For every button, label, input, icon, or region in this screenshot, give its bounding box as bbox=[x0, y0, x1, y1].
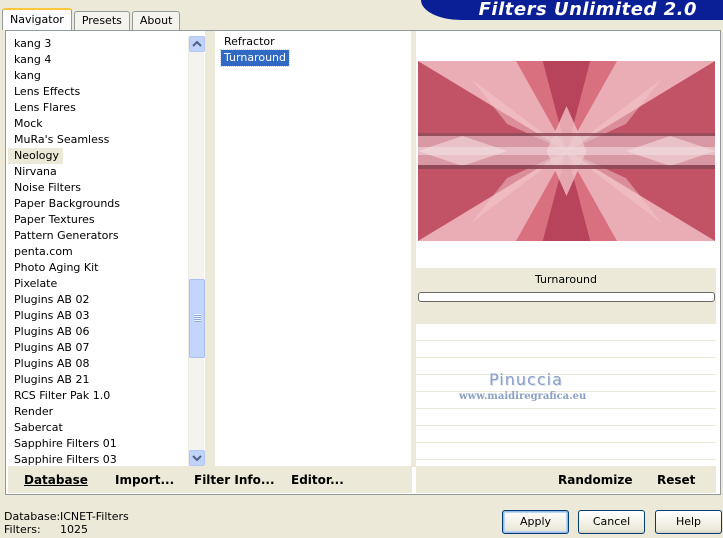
parameter-row bbox=[416, 324, 716, 341]
category-item[interactable]: kang 4 bbox=[8, 52, 55, 68]
category-item[interactable]: Paper Textures bbox=[8, 212, 99, 228]
category-item[interactable]: Neology bbox=[8, 148, 64, 164]
category-item[interactable]: Sapphire Filters 03 bbox=[8, 452, 121, 466]
parameter-row bbox=[416, 409, 716, 426]
parameter-row bbox=[416, 375, 716, 392]
category-item[interactable]: kang bbox=[8, 68, 45, 84]
category-item[interactable]: MuRa's Seamless bbox=[8, 132, 113, 148]
pattern-band bbox=[418, 147, 715, 155]
help-button[interactable]: Help bbox=[655, 510, 722, 534]
parameter-row bbox=[416, 443, 716, 460]
chevron-down-icon bbox=[192, 455, 202, 462]
right-toolbar: Randomize Reset bbox=[416, 466, 716, 493]
scroll-thumb[interactable] bbox=[189, 279, 205, 358]
database-label: Database: bbox=[4, 510, 61, 523]
cancel-button[interactable]: Cancel bbox=[578, 510, 645, 534]
category-item[interactable]: Lens Effects bbox=[8, 84, 84, 100]
apply-button[interactable]: Apply bbox=[502, 510, 569, 534]
randomize-button[interactable]: Randomize bbox=[558, 473, 632, 487]
reset-button[interactable]: Reset bbox=[657, 473, 695, 487]
filter-list[interactable]: Refractor Turnaround bbox=[216, 34, 411, 466]
scroll-up-button[interactable] bbox=[189, 36, 205, 52]
app-banner: Filters Unlimited 2.0 bbox=[421, 0, 723, 20]
chevron-up-icon bbox=[192, 40, 202, 47]
status-info: Database: ICNET-Filters Filters: 1025 bbox=[4, 510, 129, 536]
category-item[interactable]: Photo Aging Kit bbox=[8, 260, 102, 276]
preview-image bbox=[418, 61, 715, 241]
progress-bar bbox=[418, 292, 715, 302]
category-item[interactable]: Render bbox=[8, 404, 57, 420]
category-item[interactable]: Plugins AB 21 bbox=[8, 372, 93, 388]
divider bbox=[205, 31, 215, 467]
category-item[interactable]: Plugins AB 06 bbox=[8, 324, 93, 340]
preview-caption-band: Turnaround bbox=[416, 268, 716, 324]
watermark-url: www.maidiregrafica.eu bbox=[459, 391, 587, 402]
tab-about[interactable]: About bbox=[131, 11, 181, 30]
watermark-name: Pinuccia bbox=[489, 370, 563, 389]
parameter-row bbox=[416, 426, 716, 443]
import-button[interactable]: Import... bbox=[115, 473, 174, 487]
category-item[interactable]: kang 3 bbox=[8, 36, 55, 52]
left-toolbar: Database Import... Filter Info... Editor… bbox=[8, 466, 412, 493]
filters-count: 1025 bbox=[60, 523, 88, 536]
category-scrollbar[interactable] bbox=[188, 36, 205, 466]
category-item[interactable]: Lens Flares bbox=[8, 100, 80, 116]
category-item[interactable]: Plugins AB 03 bbox=[8, 308, 93, 324]
category-item[interactable]: Mock bbox=[8, 116, 47, 132]
grip-icon bbox=[194, 314, 201, 322]
category-item[interactable]: penta.com bbox=[8, 244, 77, 260]
category-item[interactable]: Sabercat bbox=[8, 420, 67, 436]
filter-item[interactable]: Refractor bbox=[221, 34, 278, 50]
preview-caption: Turnaround bbox=[535, 273, 597, 286]
pattern-band bbox=[418, 165, 715, 169]
category-item[interactable]: RCS Filter Pak 1.0 bbox=[8, 388, 114, 404]
parameter-row bbox=[416, 358, 716, 375]
filter-item[interactable]: Turnaround bbox=[220, 49, 290, 67]
category-item[interactable]: Plugins AB 08 bbox=[8, 356, 93, 372]
database-value: ICNET-Filters bbox=[60, 510, 129, 523]
tab-navigator[interactable]: Navigator bbox=[2, 8, 72, 30]
category-item[interactable]: Plugins AB 07 bbox=[8, 340, 93, 356]
preview-pattern bbox=[418, 61, 715, 241]
tab-presets[interactable]: Presets bbox=[73, 11, 130, 30]
category-item[interactable]: Plugins AB 02 bbox=[8, 292, 93, 308]
category-item[interactable]: Pixelate bbox=[8, 276, 61, 292]
tab-bar: Navigator Presets About bbox=[2, 8, 182, 30]
category-item[interactable]: Pattern Generators bbox=[8, 228, 123, 244]
category-item[interactable]: Sapphire Filters 01 bbox=[8, 436, 121, 452]
editor-button[interactable]: Editor... bbox=[291, 473, 344, 487]
category-item[interactable]: Noise Filters bbox=[8, 180, 85, 196]
category-item[interactable]: Paper Backgrounds bbox=[8, 196, 124, 212]
filter-info-button[interactable]: Filter Info... bbox=[194, 473, 275, 487]
filters-label: Filters: bbox=[4, 523, 41, 536]
scroll-down-button[interactable] bbox=[189, 450, 205, 466]
category-list[interactable]: kang 3 kang 4 kang Lens Effects Lens Flares M… bbox=[8, 36, 188, 466]
pattern-band bbox=[418, 133, 715, 136]
database-button[interactable]: Database bbox=[24, 473, 88, 487]
parameter-row bbox=[416, 341, 716, 358]
category-item[interactable]: Nirvana bbox=[8, 164, 61, 180]
